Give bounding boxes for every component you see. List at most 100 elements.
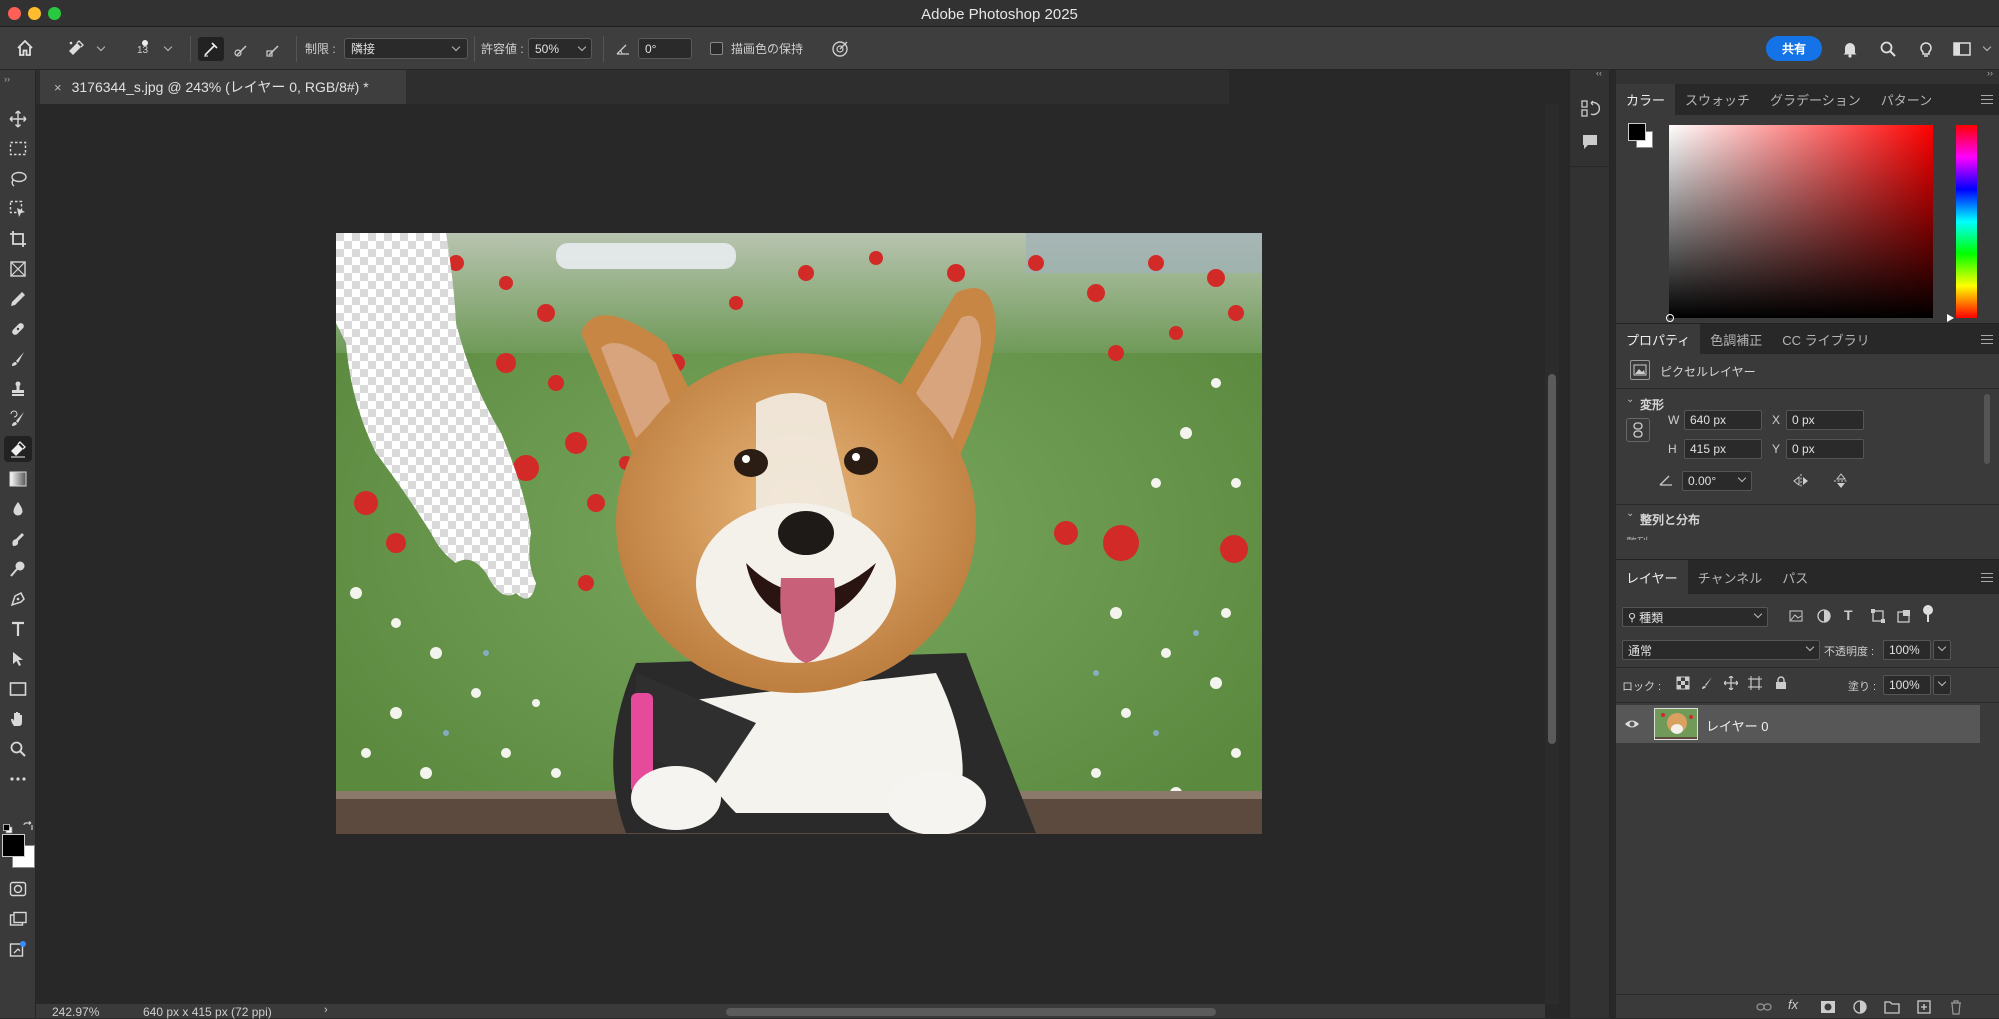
quick-mask-icon[interactable]: [4, 876, 32, 902]
swap-colors-icon[interactable]: [22, 821, 34, 833]
lock-artboard-icon[interactable]: [1748, 676, 1764, 692]
new-layer-icon[interactable]: [1916, 999, 1932, 1015]
tab-cc-libraries[interactable]: CC ライブラリ: [1772, 324, 1879, 355]
crop-tool-icon[interactable]: [4, 226, 32, 252]
eye-visibility-icon[interactable]: [1624, 716, 1640, 732]
properties-scrollbar[interactable]: [1984, 394, 1990, 464]
background-eraser-tool-icon[interactable]: [4, 436, 32, 462]
filter-pixel-icon[interactable]: [1788, 608, 1806, 626]
color-panel-menu-icon[interactable]: [1981, 95, 1993, 104]
brush-tool-icon[interactable]: [4, 346, 32, 372]
vertical-scroll-thumb[interactable]: [1548, 374, 1556, 744]
lock-transparent-icon[interactable]: [1676, 676, 1692, 692]
horizontal-scroll-thumb[interactable]: [726, 1008, 1216, 1016]
angle-input[interactable]: 0°: [638, 38, 692, 59]
color-panel-foreground-swatch[interactable]: [1628, 123, 1646, 141]
hue-slider[interactable]: [1956, 125, 1977, 318]
rotation-input[interactable]: 0.00°: [1682, 471, 1752, 491]
filter-adjustment-icon[interactable]: [1816, 608, 1834, 626]
workspace-chevron-icon[interactable]: [1980, 41, 1994, 55]
default-colors-icon[interactable]: [3, 822, 13, 834]
height-input[interactable]: 415 px: [1684, 439, 1762, 459]
path-selection-tool-icon[interactable]: [4, 646, 32, 672]
bell-icon[interactable]: [1838, 37, 1862, 61]
collapse-panels-icon[interactable]: ››: [1987, 68, 1993, 78]
layers-panel-menu-icon[interactable]: [1981, 573, 1993, 582]
width-input[interactable]: 640 px: [1684, 410, 1762, 430]
zoom-tool-icon[interactable]: [4, 736, 32, 762]
tab-gradients[interactable]: グラデーション: [1760, 84, 1871, 115]
history-brush-tool-icon[interactable]: [4, 406, 32, 432]
vertical-scrollbar[interactable]: [1545, 104, 1559, 1004]
filter-type-icon[interactable]: T: [1844, 607, 1862, 625]
chevron-right-icon[interactable]: ›: [324, 1004, 328, 1016]
sampling-continuous-icon[interactable]: [198, 37, 224, 61]
layer-filter-select[interactable]: ⚲ 種類: [1622, 607, 1768, 627]
frame-tool-icon[interactable]: [4, 256, 32, 282]
fill-input[interactable]: 100%: [1883, 675, 1931, 695]
saturation-brightness-field[interactable]: [1669, 125, 1933, 318]
layer-row[interactable]: レイヤー 0: [1616, 705, 1980, 743]
link-dimensions-icon[interactable]: [1626, 418, 1650, 442]
tab-patterns[interactable]: パターン: [1871, 84, 1942, 115]
y-input[interactable]: 0 px: [1786, 439, 1864, 459]
marquee-tool-icon[interactable]: [4, 136, 32, 162]
gradient-tool-icon[interactable]: [4, 466, 32, 492]
filter-toggle-icon[interactable]: [1922, 604, 1940, 626]
chevron-down-icon[interactable]: ⌄: [1626, 508, 1634, 519]
tab-swatches[interactable]: スウォッチ: [1675, 84, 1760, 115]
canvas-area[interactable]: [46, 104, 1545, 1004]
move-tool-icon[interactable]: [4, 106, 32, 132]
object-selection-tool-icon[interactable]: [4, 196, 32, 222]
dodge-tool-icon[interactable]: [4, 556, 32, 582]
protect-foreground-checkbox[interactable]: [710, 42, 723, 55]
properties-panel-menu-icon[interactable]: [1981, 335, 1993, 344]
chevron-down-icon[interactable]: ⌄: [1626, 394, 1634, 405]
rectangle-tool-icon[interactable]: [4, 676, 32, 702]
hand-tool-icon[interactable]: [4, 706, 32, 732]
toolbar-collapse-icon[interactable]: ››: [4, 74, 10, 84]
tab-adjustments[interactable]: 色調補正: [1700, 324, 1772, 355]
document-tab[interactable]: × 3176344_s.jpg @ 243% (レイヤー 0, RGB/8#) …: [40, 70, 406, 104]
lock-image-icon[interactable]: [1700, 676, 1716, 692]
pen-tool-icon[interactable]: [4, 586, 32, 612]
more-tools-icon[interactable]: [4, 766, 32, 792]
blur-tool-icon[interactable]: [4, 496, 32, 522]
pressure-size-icon[interactable]: [828, 37, 852, 61]
generative-tools-icon[interactable]: [4, 936, 32, 962]
spot-healing-brush-icon[interactable]: [4, 316, 32, 342]
screen-mode-icon[interactable]: [4, 906, 32, 932]
background-eraser-preset-icon[interactable]: [64, 37, 88, 59]
history-panel-icon[interactable]: [1580, 98, 1602, 120]
lasso-tool-icon[interactable]: [4, 166, 32, 192]
tab-properties[interactable]: プロパティ: [1616, 323, 1701, 355]
add-mask-icon[interactable]: [1820, 999, 1836, 1015]
opacity-slider-button[interactable]: [1933, 640, 1951, 660]
preset-chevron-icon[interactable]: [94, 41, 108, 55]
brush-chevron-icon[interactable]: [161, 41, 175, 55]
home-icon[interactable]: [14, 37, 36, 59]
new-adjustment-icon[interactable]: [1852, 999, 1868, 1015]
lock-position-icon[interactable]: [1723, 675, 1740, 692]
sampling-swatch-icon[interactable]: [262, 37, 286, 61]
close-tab-icon[interactable]: ×: [54, 80, 62, 95]
sampling-once-icon[interactable]: [230, 37, 254, 61]
fx-icon[interactable]: fx: [1788, 997, 1798, 1012]
tab-color[interactable]: カラー: [1616, 84, 1676, 115]
filter-smart-object-icon[interactable]: [1896, 608, 1914, 626]
discover-lightbulb-icon[interactable]: [1914, 37, 1938, 61]
lock-all-icon[interactable]: [1774, 676, 1790, 692]
link-layers-icon[interactable]: [1756, 999, 1772, 1015]
layer-name[interactable]: レイヤー 0: [1706, 716, 1768, 735]
workspace-icon[interactable]: [1950, 37, 1974, 61]
expand-panels-icon[interactable]: ‹‹: [1596, 68, 1602, 78]
fill-slider-button[interactable]: [1933, 675, 1951, 695]
tab-layers[interactable]: レイヤー: [1616, 559, 1688, 595]
hue-slider-handle[interactable]: [1947, 314, 1954, 322]
type-tool-icon[interactable]: [4, 616, 32, 642]
new-group-icon[interactable]: [1884, 999, 1900, 1015]
blend-mode-select[interactable]: 通常: [1622, 640, 1820, 660]
smudge-tool-icon[interactable]: [4, 526, 32, 552]
opacity-input[interactable]: 100%: [1883, 640, 1931, 660]
delete-layer-icon[interactable]: [1948, 999, 1964, 1015]
